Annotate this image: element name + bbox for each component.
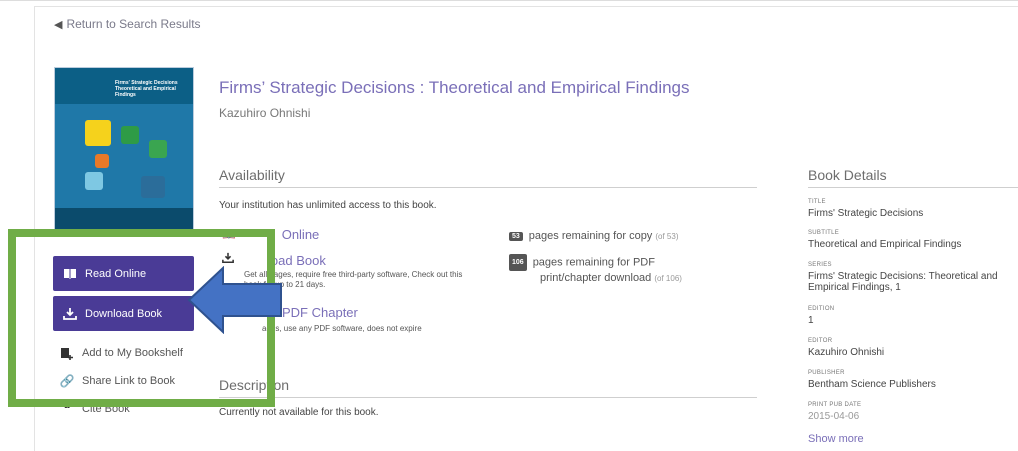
cover-shape-lightblue bbox=[85, 172, 103, 190]
detail-edition-value: 1 bbox=[808, 315, 814, 326]
detail-series-value: Firms' Strategic Decisions: Theoretical … bbox=[808, 271, 998, 293]
detail-edition-label: EDITION bbox=[808, 306, 835, 312]
copy-count-badge: 53 bbox=[509, 231, 523, 241]
detail-title-label: TITLE bbox=[808, 199, 826, 205]
detail-publisher-label: PUBLISHER bbox=[808, 370, 845, 376]
availability-divider bbox=[219, 187, 757, 188]
read-online-option-label: Online bbox=[281, 227, 320, 242]
detail-print-date-label: PRINT PUB DATE bbox=[808, 402, 862, 408]
book-details-divider bbox=[808, 187, 1018, 188]
pointer-arrow-icon bbox=[187, 266, 282, 334]
back-arrow-icon: ◀ bbox=[54, 18, 63, 31]
detail-publisher-value: Bentham Science Publishers bbox=[808, 379, 936, 390]
description-text: Currently not available for this book. bbox=[219, 407, 379, 418]
return-to-results-label: Return to Search Results bbox=[66, 17, 201, 31]
print-pages-text-2: print/chapter download bbox=[540, 272, 652, 284]
cover-shape-yellow bbox=[85, 120, 111, 146]
access-note: Your institution has unlimited access to… bbox=[219, 200, 437, 211]
copy-pages-of: (of 53) bbox=[655, 232, 679, 241]
detail-subtitle-label: SUBTITLE bbox=[808, 230, 840, 236]
copy-pages-text: pages remaining for copy bbox=[528, 230, 653, 242]
cover-shape-dollar bbox=[149, 140, 167, 158]
pdf-chapter-note: ages, use any PDF software, does not exp… bbox=[262, 324, 422, 333]
book-cover: Firms' Strategic Decisions Theoretical a… bbox=[54, 67, 194, 237]
copy-pages-remaining: 53 pages remaining for copy (of 53) bbox=[509, 230, 679, 242]
print-pages-of: (of 106) bbox=[654, 274, 682, 283]
book-title: Firms’ Strategic Decisions : Theoretical… bbox=[219, 78, 690, 97]
book-author[interactable]: Kazuhiro Ohnishi bbox=[219, 106, 310, 120]
cover-shape-green bbox=[121, 126, 139, 144]
detail-series-label: SERIES bbox=[808, 262, 832, 268]
description-divider bbox=[219, 397, 757, 398]
cover-subtitle: Theoretical and Empirical Findings bbox=[115, 86, 176, 98]
detail-subtitle-value: Theoretical and Empirical Findings bbox=[808, 239, 962, 250]
show-more-link[interactable]: Show more bbox=[808, 433, 864, 445]
print-count-badge: 106 bbox=[509, 254, 527, 271]
cover-shape-orange bbox=[95, 154, 109, 168]
detail-title-value: Firms' Strategic Decisions bbox=[808, 208, 924, 219]
cover-shape-chart bbox=[141, 176, 165, 198]
detail-editor-value: Kazuhiro Ohnishi bbox=[808, 347, 885, 358]
detail-editor-label: EDITOR bbox=[808, 338, 833, 344]
book-details-heading: Book Details bbox=[808, 167, 887, 183]
pdf-chapter-option[interactable]: PDF Chapter bbox=[282, 305, 358, 320]
availability-heading: Availability bbox=[219, 167, 285, 183]
return-to-results-link[interactable]: ◀ Return to Search Results bbox=[54, 17, 201, 31]
print-pages-text-1: pages remaining for PDF bbox=[532, 256, 655, 269]
top-divider bbox=[0, 0, 1018, 1]
detail-print-date-value: 2015-04-06 bbox=[808, 411, 860, 422]
print-pages-remaining: 106 pages remaining for PDF print/chapter… bbox=[509, 254, 682, 286]
